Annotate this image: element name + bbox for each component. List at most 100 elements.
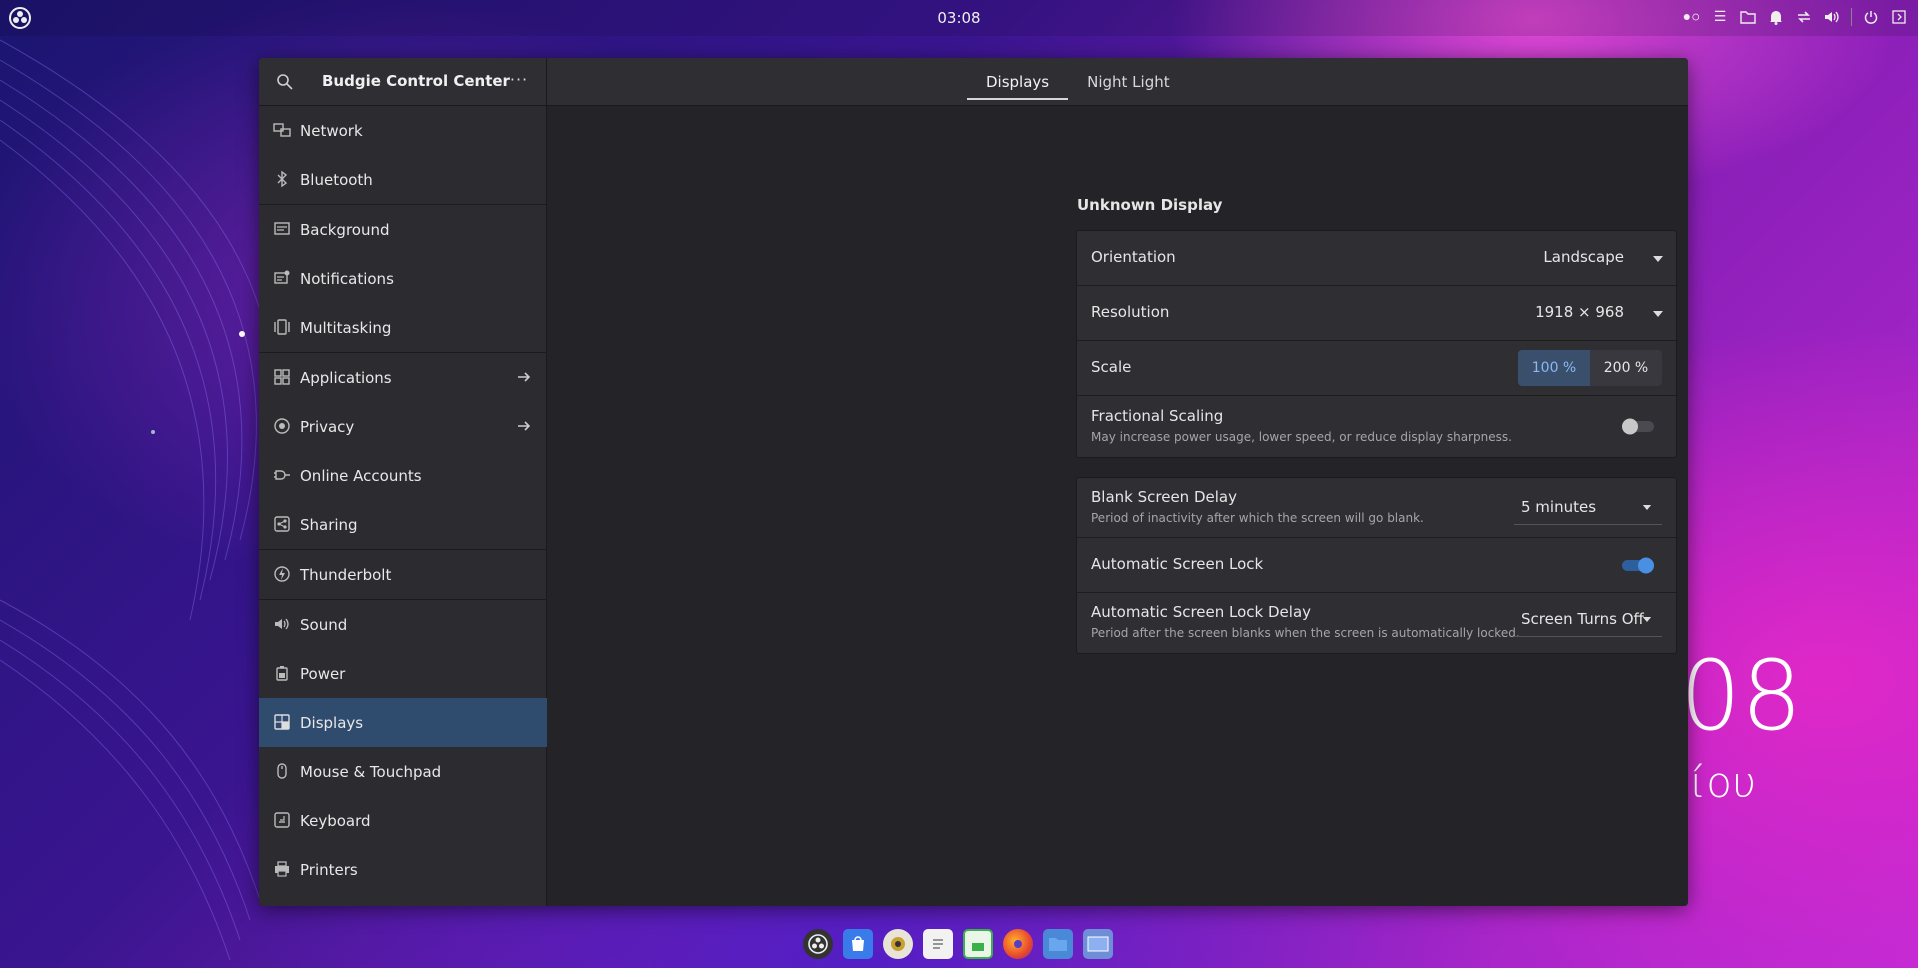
screen-lock-card: Blank Screen Delay Period of inactivity … [1076,477,1677,654]
sidebar-item-network[interactable]: Network [259,106,547,155]
scale-label: Scale [1091,358,1132,376]
top-panel: 03:08 ☰ [0,0,1918,36]
automatic-screen-lock-delay-subtitle: Period after the screen blanks when the … [1091,626,1520,640]
chevron-down-icon[interactable] [1652,255,1664,263]
sidebar-item-label: Sharing [300,515,358,534]
control-center-window: Budgie Control Center ··· Displays Night… [259,58,1688,906]
sidebar-item-sharing[interactable]: Sharing [259,500,547,549]
sidebar-item-notifications[interactable]: Notifications [259,254,547,303]
main-header: Displays Night Light – □ ✕ [547,58,1688,106]
thunderbolt-icon [274,566,290,582]
sidebar-item-thunderbolt[interactable]: Thunderbolt [259,550,547,599]
sidebar-item-mouse-touchpad[interactable]: Mouse & Touchpad [259,747,547,796]
search-icon[interactable] [275,72,295,92]
text-editor-icon[interactable] [923,929,953,959]
display-name-heading: Unknown Display [1077,196,1223,214]
fractional-scaling-subtitle: May increase power usage, lower speed, o… [1091,430,1512,444]
tab-bar: Displays Night Light [967,58,1189,106]
privacy-icon [274,418,290,434]
desktop-clock: 08 [1680,640,1803,752]
arrow-right-icon [518,421,531,431]
system-tray: ☰ [1683,8,1908,26]
resolution-label: Resolution [1091,303,1170,321]
automatic-screen-lock-delay-label: Automatic Screen Lock Delay [1091,603,1312,621]
sidebar-item-applications[interactable]: Applications [259,353,547,402]
workspace-indicator-icon[interactable] [1683,8,1701,26]
desktop-date: ίου [1690,758,1757,807]
automatic-screen-lock-delay-value: Screen Turns Off [1521,610,1644,628]
automatic-screen-lock-delay-dropdown[interactable]: Screen Turns Off [1514,603,1662,637]
screenshot-icon[interactable] [1083,929,1113,959]
sidebar-item-label: Notifications [300,269,394,288]
sidebar-item-label: Power [300,664,346,683]
blank-screen-delay-dropdown[interactable]: 5 minutes [1514,491,1662,525]
chevron-down-icon [1642,505,1652,510]
notifications-icon [274,270,290,284]
spreadsheet-icon[interactable] [963,929,993,959]
scale-row: Scale 100 % 200 % [1077,341,1676,396]
orientation-label: Orientation [1091,248,1176,266]
fractional-scaling-label: Fractional Scaling [1091,407,1224,425]
window-title: Budgie Control Center [322,72,510,90]
multitasking-icon [274,319,290,335]
sidebar-item-privacy[interactable]: Privacy [259,402,547,451]
resolution-value[interactable]: 1918 × 968 [1535,303,1624,321]
budgie-logo-icon[interactable] [803,929,833,959]
power-icon [276,666,288,681]
sidebar: Network Bluetooth Background Notificatio… [259,106,547,906]
main-menu-button[interactable]: ··· [506,69,532,95]
sidebar-item-label: Network [300,121,363,140]
sidebar-item-label: Displays [300,713,364,732]
network-tray-icon[interactable] [1795,8,1813,26]
automatic-screen-lock-row: Automatic Screen Lock [1077,538,1676,593]
scale-100-button[interactable]: 100 % [1518,350,1590,386]
automatic-screen-lock-switch[interactable] [1620,555,1656,575]
orientation-value[interactable]: Landscape [1543,248,1624,266]
files-icon[interactable] [1043,929,1073,959]
notification-bell-icon[interactable] [1767,8,1785,26]
power-tray-icon[interactable] [1862,8,1880,26]
rhythmbox-icon[interactable] [883,929,913,959]
tab-displays[interactable]: Displays [967,58,1069,106]
blank-screen-delay-row: Blank Screen Delay Period of inactivity … [1077,478,1676,538]
chevron-down-icon[interactable] [1652,310,1664,318]
scale-200-button[interactable]: 200 % [1590,350,1662,386]
sidebar-item-label: Bluetooth [300,170,373,189]
firefox-icon[interactable] [1003,929,1033,959]
sidebar-item-printers[interactable]: Printers [259,845,547,894]
network-icon [273,123,291,137]
sidebar-item-sound[interactable]: Sound [259,600,547,649]
resolution-row[interactable]: Resolution 1918 × 968 [1077,286,1676,341]
sidebar-item-online-accounts[interactable]: Online Accounts [259,451,547,500]
panel-clock[interactable]: 03:08 [937,9,980,27]
chevron-down-icon [1642,617,1652,622]
sidebar-item-label: Sound [300,615,348,634]
applications-icon [274,369,290,385]
sidebar-item-background[interactable]: Background [259,205,547,254]
sidebar-item-label: Thunderbolt [300,565,392,584]
sidebar-item-label: Applications [300,368,392,387]
orientation-row[interactable]: Orientation Landscape [1077,231,1676,286]
tab-night-light[interactable]: Night Light [1068,58,1189,106]
sidebar-item-keyboard[interactable]: Keyboard [259,796,547,845]
separator [1851,8,1852,26]
volume-icon[interactable] [1823,8,1841,26]
folder-icon[interactable] [1739,8,1757,26]
bluetooth-icon [277,170,288,188]
sidebar-item-multitasking[interactable]: Multitasking [259,303,547,352]
blank-screen-delay-label: Blank Screen Delay [1091,488,1237,506]
menu-lines-icon[interactable]: ☰ [1711,8,1729,26]
blank-screen-delay-subtitle: Period of inactivity after which the scr… [1091,511,1424,525]
background-icon [274,222,290,235]
sidebar-item-label: Mouse & Touchpad [300,762,442,781]
sidebar-item-bluetooth[interactable]: Bluetooth [259,155,547,204]
sidebar-item-displays[interactable]: Displays [259,698,547,747]
automatic-screen-lock-delay-row: Automatic Screen Lock Delay Period after… [1077,593,1676,653]
sidebar-item-power[interactable]: Power [259,649,547,698]
software-store-icon[interactable] [843,929,873,959]
sidebar-toggle-icon[interactable] [1890,8,1908,26]
fractional-scaling-switch[interactable] [1620,416,1656,436]
sidebar-item-label: Privacy [300,417,355,436]
displays-icon [274,714,290,730]
scale-selector: 100 % 200 % [1518,350,1662,386]
